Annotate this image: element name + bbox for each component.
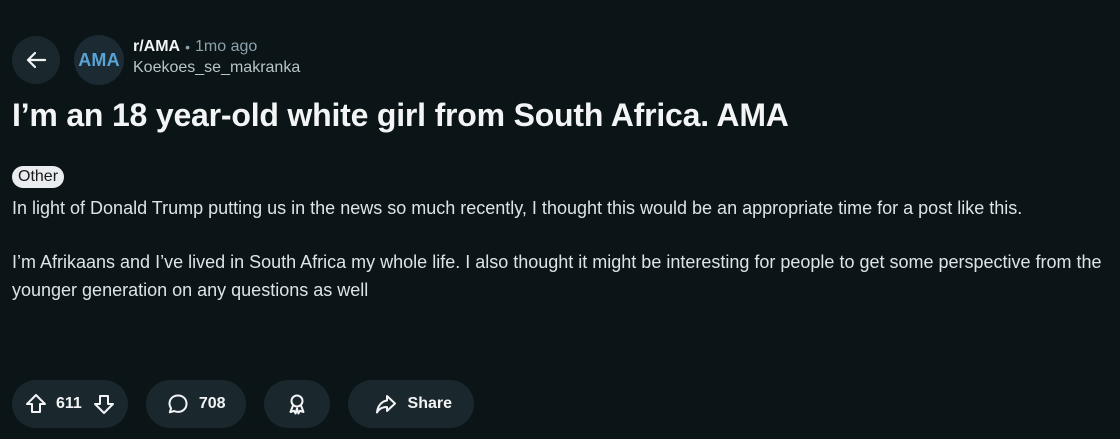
subreddit-avatar[interactable]: AMA (74, 35, 124, 85)
vote-count: 611 (56, 395, 82, 412)
award-button[interactable] (263, 380, 330, 428)
upvote-arrow-icon (24, 392, 48, 416)
body-paragraph: I’m Afrikaans and I’ve lived in South Af… (12, 252, 1102, 300)
post-time: 1mo ago (195, 38, 258, 55)
downvote-button[interactable] (92, 392, 116, 416)
back-button[interactable] (12, 36, 60, 84)
comments-button[interactable]: 708 (145, 380, 246, 428)
share-arrow-icon (374, 392, 398, 416)
downvote-arrow-icon (92, 392, 116, 416)
body-paragraph: In light of Donald Trump putting us in t… (12, 198, 1023, 218)
vote-control: 611 (12, 380, 128, 428)
author-link[interactable]: Koekoes_se_makranka (133, 57, 300, 79)
arrow-left-icon (25, 49, 47, 71)
post-meta: r/AMA • 1mo ago Koekoes_se_makranka (133, 37, 300, 79)
post-page: AMA r/AMA • 1mo ago Koekoes_se_makranka … (0, 0, 1120, 439)
meta-separator: • (185, 39, 191, 55)
share-button[interactable]: Share (347, 380, 474, 428)
post-title: I’m an 18 year-old white girl from South… (12, 97, 789, 133)
action-bar: 611 708 Share (12, 380, 492, 428)
comment-count: 708 (198, 395, 226, 412)
post-header: AMA r/AMA • 1mo ago Koekoes_se_makranka (12, 35, 300, 85)
meta-top-row: r/AMA • 1mo ago (133, 37, 300, 57)
avatar-text: AMA (78, 49, 120, 70)
comment-bubble-icon (166, 392, 190, 416)
share-label: Share (407, 395, 452, 412)
award-icon (285, 392, 309, 416)
post-body: In light of Donald Trump putting us in t… (12, 194, 1102, 330)
upvote-button[interactable] (24, 392, 48, 416)
post-flair[interactable]: Other (12, 166, 65, 188)
subreddit-link[interactable]: r/AMA (133, 37, 180, 57)
